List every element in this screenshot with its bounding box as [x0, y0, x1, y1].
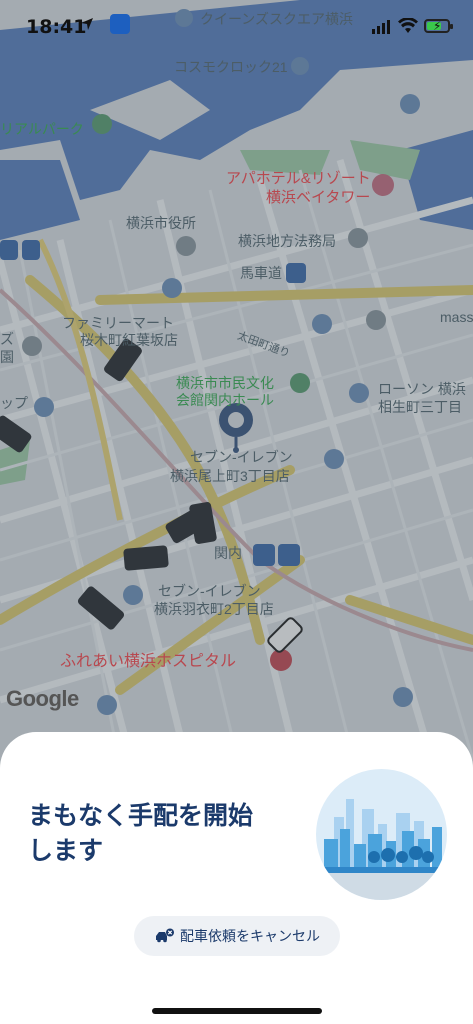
map-label-rial-park: リアルパーク — [0, 121, 84, 137]
map-label-z-partial: ズ — [0, 331, 14, 347]
map-label-seven-hagoromo-1: セブン-イレブン — [158, 583, 261, 599]
map-label-cosmo-clock: コスモクロック21 — [174, 59, 288, 75]
status-time: 18:41 — [26, 16, 87, 38]
map-label-familymart-1: ファミリーマート — [62, 315, 174, 331]
city-skyline-illustration — [316, 769, 447, 900]
map-label-kannai-hall-1: 横浜市市民文化 — [176, 375, 274, 391]
cellular-signal-icon — [372, 20, 390, 34]
map-label-apa-hotel-2: 横浜ベイタワー — [266, 189, 371, 206]
map-label-seven-onoe-1: セブン-イレブン — [190, 449, 293, 465]
map-label-kannai-hall-2: 会館関内ホール — [176, 392, 274, 408]
google-attribution: Google — [6, 686, 79, 711]
map-label-lawson-2: 相生町三丁目 — [378, 399, 462, 415]
wifi-icon — [398, 18, 418, 33]
sheet-headline: まもなく手配を開始 します — [28, 801, 254, 865]
map-label-legal-office: 横浜地方法務局 — [238, 233, 336, 249]
map-label-city-hall: 横浜市役所 — [126, 215, 196, 231]
cancel-dispatch-label: 配車依頼をキャンセル — [180, 929, 320, 945]
map-label-seven-onoe-2: 横浜尾上町3丁目店 — [170, 468, 290, 484]
home-indicator[interactable] — [152, 1008, 322, 1014]
bottom-sheet: まもなく手配を開始 します 配車依頼をキャンセル — [0, 732, 473, 1024]
metro-icon — [110, 14, 130, 34]
map-label-gen-partial: 園 — [0, 349, 14, 365]
map-label-bashamichi: 馬車道 — [240, 265, 282, 281]
map-label-apa-hotel: アパホテル&リゾート — [226, 170, 371, 187]
status-bar: 18:41 ⚡ — [0, 0, 473, 56]
map-label-mass: mass — [440, 309, 473, 325]
map-label-seven-hagoromo-2: 横浜羽衣町2丁目店 — [154, 601, 274, 617]
map-label-shop-partial: ップ — [0, 395, 28, 411]
car-cancel-icon — [156, 928, 174, 943]
map-label-fureai-hospital: ふれあい横浜ホスピタル — [60, 653, 237, 670]
app-screen: クイーンズスクエア横浜 コスモクロック21 リアルパーク アパホテル&リゾート … — [0, 0, 473, 1024]
location-arrow-icon — [81, 18, 93, 30]
map-label-familymart-2: 桜木町紅葉坂店 — [80, 332, 178, 348]
battery-charging-icon: ⚡ — [424, 19, 453, 33]
map-label-kannai: 関内 — [214, 545, 242, 561]
map-label-lawson-1: ローソン 横浜 — [378, 381, 466, 397]
cancel-dispatch-button[interactable]: 配車依頼をキャンセル — [134, 916, 340, 956]
